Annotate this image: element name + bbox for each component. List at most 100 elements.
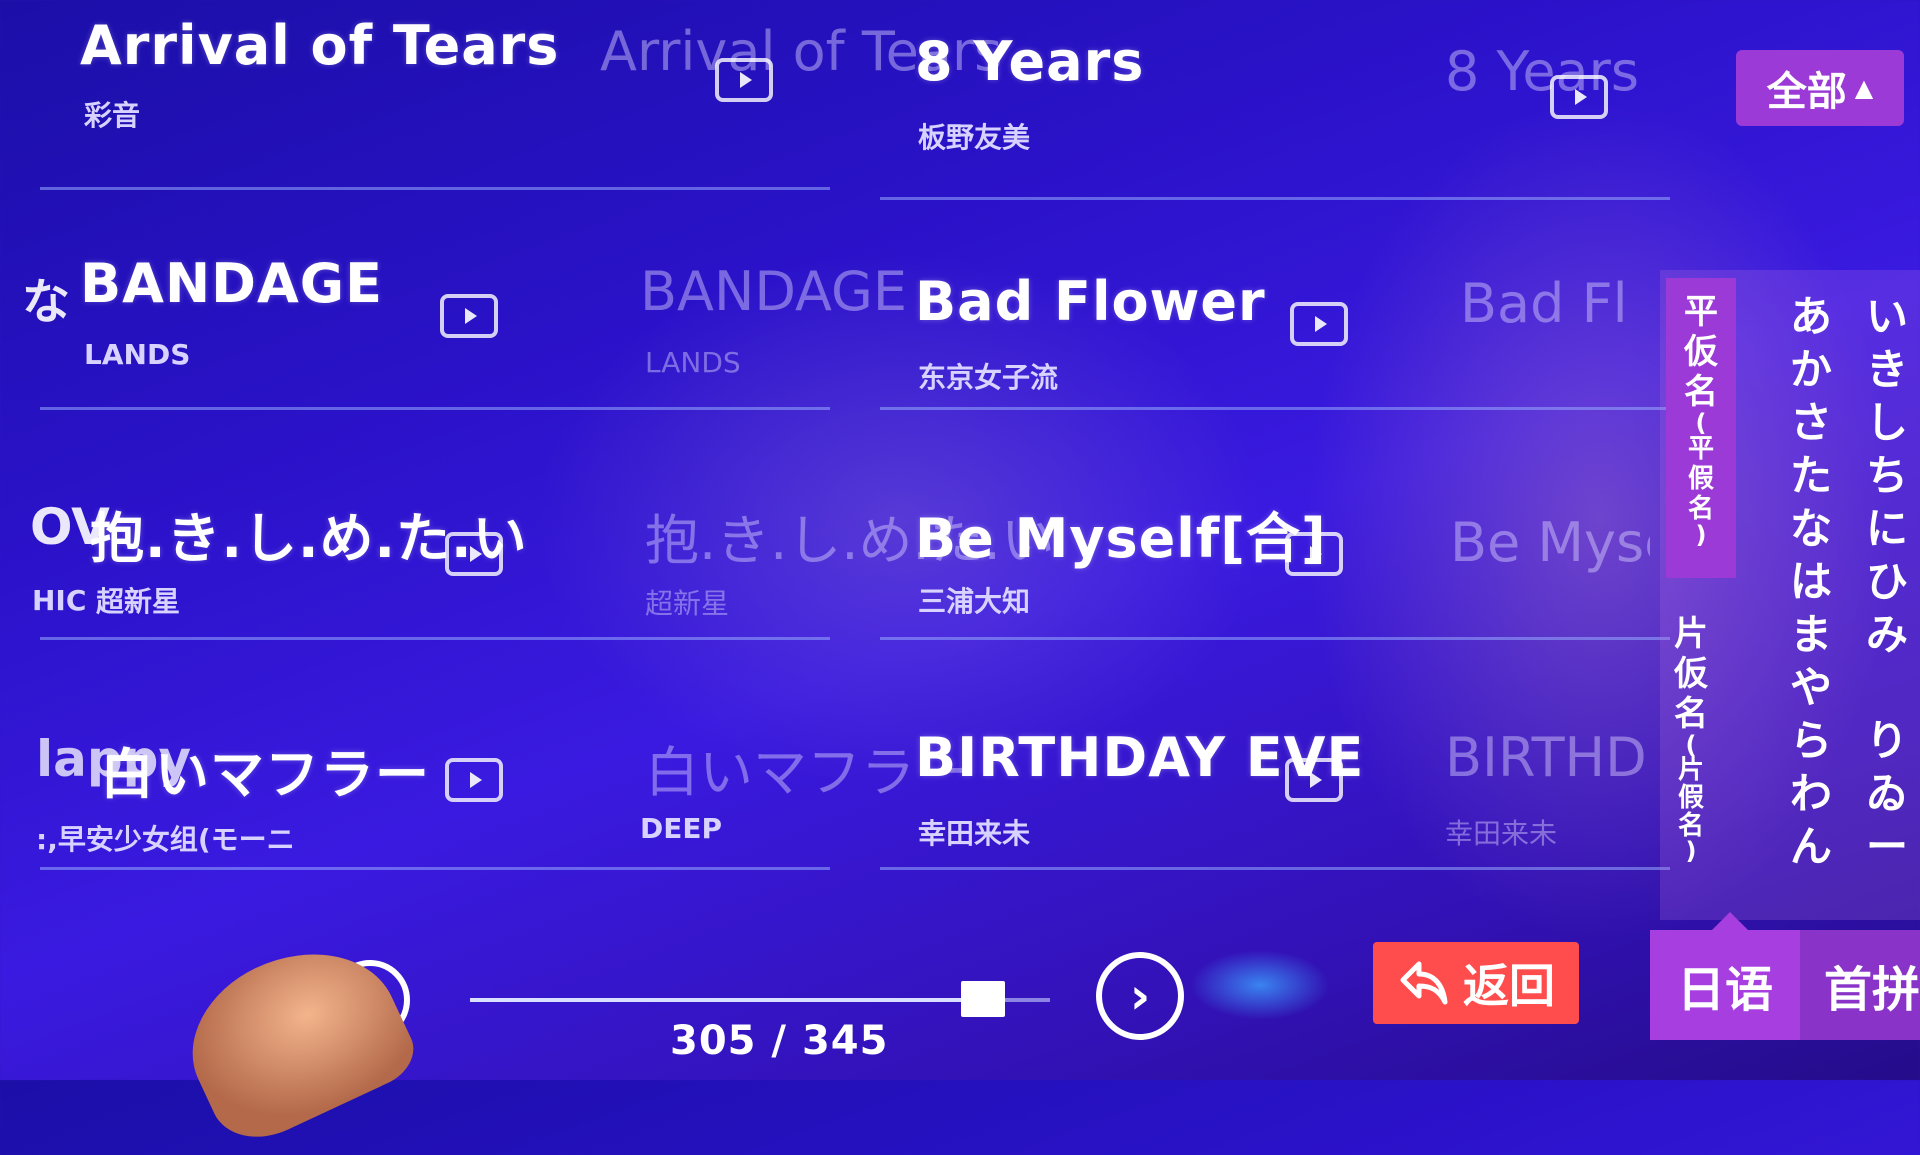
progress-fill [470, 998, 983, 1002]
next-page-button[interactable]: › [1096, 952, 1184, 1040]
song-title: Arrival of Tears [80, 14, 560, 77]
kana-key[interactable]: ん [1790, 820, 1832, 873]
song-title: Be Myself[合] [915, 507, 1327, 570]
edge-kana-fragment: な [22, 274, 71, 330]
song-artist: 幸田来未 [918, 817, 1031, 850]
tab-char: 名 [1684, 372, 1718, 412]
tab-hiragana[interactable]: 平 仮 名 ( 平 假 名 ) [1666, 278, 1736, 578]
kana-key[interactable]: ら [1790, 714, 1832, 767]
kana-key[interactable]: わ [1790, 767, 1832, 820]
page-counter: 305 / 345 [670, 1018, 889, 1064]
kana-key[interactable]: や [1790, 661, 1832, 714]
play-icon[interactable] [440, 294, 498, 338]
tab-pointer [1712, 912, 1748, 930]
song-grid: Arrival of Tears 彩音 Arrival of Tears 8 Y… [40, 0, 1670, 900]
filter-label: 全部 [1766, 69, 1847, 115]
song-card[interactable]: Bad Flower 东京女子流 Bad Flower [880, 210, 1670, 410]
edge-artist-fragment: :,早安少女组(モーニ [36, 823, 295, 856]
kana-key[interactable]: な [1790, 502, 1832, 555]
kana-key[interactable]: あ [1790, 290, 1832, 343]
tab-char: ) [1695, 521, 1707, 549]
tab-label: 首拼 [1824, 962, 1920, 1018]
song-card[interactable]: 抱.き.し.め.た.い 超新星 抱.き.し.め.た.い 超新星 [40, 440, 1055, 640]
page-progress-slider[interactable] [470, 981, 1050, 1017]
filter-all-button[interactable]: 全部 ▲ [1736, 50, 1904, 126]
song-title: 8 Years [915, 30, 1145, 93]
song-artist: 板野友美 [918, 121, 1031, 154]
tab-char: 名 [1674, 694, 1708, 734]
song-artist: LANDS [84, 338, 191, 371]
tab-char: 仮 [1674, 654, 1708, 694]
back-label: 返回 [1463, 959, 1555, 1013]
play-icon[interactable] [445, 532, 503, 576]
kana-key[interactable]: ひ [1866, 555, 1908, 608]
kana-key[interactable]: に [1866, 502, 1908, 555]
play-icon[interactable] [1550, 75, 1608, 119]
kana-key[interactable]: し [1866, 396, 1908, 449]
song-title-reflection: 8 Years [1445, 40, 1639, 103]
song-title-reflection: Be Myself[合] [1450, 511, 1650, 574]
tab-katakana[interactable]: 片 仮 名 ( 片 假 名 ) [1656, 600, 1726, 870]
tab-char: 假 [1687, 464, 1714, 494]
kana-key[interactable]: ー [1866, 820, 1908, 873]
tab-char: 平 [1687, 434, 1714, 464]
song-artist-reflection: LANDS [645, 346, 741, 379]
kana-key[interactable]: ゐ [1866, 767, 1908, 820]
song-card[interactable]: 8 Years 板野友美 8 Years [880, 0, 1670, 200]
kana-column-i: い き し ち に ひ み り ゐ ー [1866, 290, 1908, 873]
song-title: Bad Flower [915, 270, 1266, 333]
play-icon[interactable] [445, 758, 503, 802]
kana-key[interactable]: り [1866, 714, 1908, 767]
chevron-right-icon: › [1129, 967, 1151, 1025]
kana-key[interactable]: か [1790, 343, 1832, 396]
back-button[interactable]: 返回 [1373, 942, 1579, 1024]
play-icon[interactable] [1285, 532, 1343, 576]
song-title-reflection: BIRTHDAY EVE [1445, 726, 1645, 789]
song-title-reflection: Bad Flower [1460, 272, 1630, 335]
return-arrow-icon [1400, 961, 1448, 1005]
tab-char: ) [1685, 837, 1697, 865]
song-artist-reflection: 幸田来未 [1445, 817, 1558, 850]
song-card[interactable]: Arrival of Tears 彩音 Arrival of Tears [40, 0, 1002, 190]
song-artist: 超新星 [96, 585, 181, 618]
kana-key[interactable]: ま [1790, 608, 1832, 661]
song-artist: 三浦大知 [918, 585, 1031, 618]
kana-key[interactable]: ち [1866, 449, 1908, 502]
song-artist: 彩音 [84, 99, 141, 132]
tab-char: 仮 [1684, 332, 1718, 372]
song-artist: 东京女子流 [918, 361, 1059, 394]
tab-char: 假 [1677, 783, 1704, 813]
tab-japanese[interactable]: 日语 [1650, 930, 1800, 1040]
tab-char: 片 [1677, 755, 1704, 785]
tab-char: 名 [1687, 494, 1714, 524]
tab-char: ( [1695, 409, 1707, 437]
kana-key[interactable]: は [1790, 555, 1832, 608]
tab-label: 日语 [1676, 962, 1773, 1018]
song-artist: DEEP [640, 812, 723, 845]
song-card[interactable]: Be Myself[合] 三浦大知 Be Myself[合] [880, 440, 1670, 640]
song-title-reflection: BANDAGE [640, 260, 907, 323]
kana-key[interactable]: い [1866, 290, 1908, 343]
decorative-glow [1190, 950, 1330, 1020]
edge-title-fragment: lappy [36, 730, 192, 788]
tab-char: 名 [1677, 811, 1704, 841]
kana-column-a: あ か さ た な は ま や ら わ ん [1790, 290, 1832, 873]
song-card[interactable]: BANDAGE LANDS BANDAGE LANDS [40, 210, 907, 410]
song-title: BANDAGE [80, 252, 383, 315]
tab-char: ( [1685, 731, 1697, 759]
edge-title-fragment: OV [30, 498, 110, 556]
progress-handle[interactable] [960, 981, 1005, 1017]
kana-key[interactable]: さ [1790, 396, 1832, 449]
edge-artist-fragment: HIC [32, 584, 87, 617]
play-icon[interactable] [715, 58, 773, 102]
play-icon[interactable] [1290, 302, 1348, 346]
play-icon[interactable] [1285, 758, 1343, 802]
kana-key[interactable]: き [1866, 343, 1908, 396]
song-artist-reflection: 超新星 [645, 587, 730, 620]
tab-char: 平 [1684, 292, 1718, 332]
song-card[interactable]: BIRTHDAY EVE 幸田来未 BIRTHDAY EVE 幸田来未 [880, 670, 1670, 870]
kana-key[interactable]: み [1866, 608, 1908, 661]
kana-key[interactable]: た [1790, 449, 1832, 502]
tab-initials[interactable]: 首拼 [1800, 930, 1920, 1040]
tab-char: 片 [1674, 614, 1708, 654]
